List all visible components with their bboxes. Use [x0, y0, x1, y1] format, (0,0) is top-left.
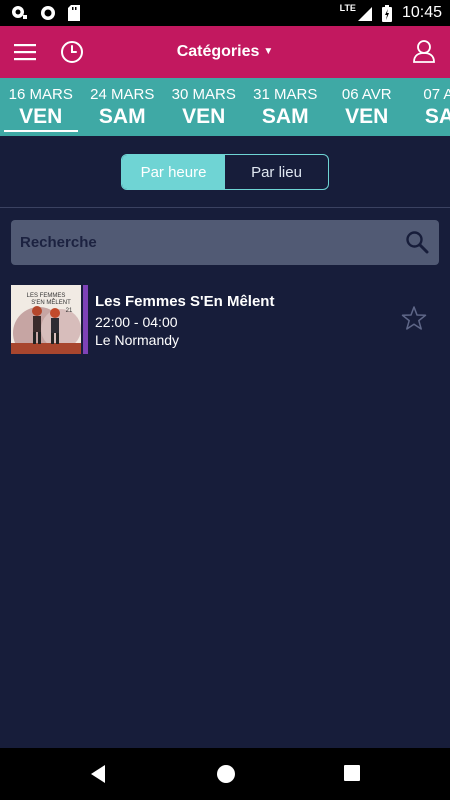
view-toggle: Par heure Par lieu — [121, 154, 329, 190]
signal-icon — [357, 7, 372, 21]
date-tab[interactable]: 06 AVR VEN — [326, 78, 408, 136]
status-bar: LTE 10:45 — [0, 0, 450, 26]
date-label: 31 MARS — [253, 86, 318, 103]
event-list-item[interactable]: LES FEMMES S'EN MÊLENT 21 Les Femmes S'E… — [11, 285, 439, 355]
toggle-par-lieu[interactable]: Par lieu — [225, 155, 328, 189]
date-label: 24 MARS — [90, 86, 155, 103]
app-bar: Catégories ▼ — [0, 26, 450, 78]
favorite-star-icon[interactable] — [401, 305, 427, 331]
search-input[interactable]: Recherche — [11, 220, 439, 265]
day-label: VEN — [182, 105, 226, 128]
event-accent-bar — [83, 285, 88, 354]
date-label: 07 AVR — [423, 86, 450, 103]
day-label: SAM — [261, 105, 309, 128]
recents-icon[interactable] — [343, 764, 361, 782]
status-left-icons — [10, 5, 80, 21]
date-label: 16 MARS — [8, 86, 73, 103]
search-icon[interactable] — [405, 230, 429, 254]
date-tab[interactable]: 16 MARS VEN — [0, 78, 82, 136]
event-title: Les Femmes S'En Mêlent — [95, 293, 275, 310]
back-icon[interactable] — [89, 764, 107, 784]
day-label: VEN — [345, 105, 389, 128]
search-placeholder: Recherche — [20, 234, 97, 251]
date-tab[interactable]: 31 MARS SAM — [245, 78, 327, 136]
page-title: Catégories — [176, 43, 260, 60]
day-label: VEN — [19, 105, 63, 128]
svg-text:S'EN MÊLENT: S'EN MÊLENT — [31, 298, 71, 306]
date-label: 06 AVR — [341, 86, 392, 103]
toggle-par-heure[interactable]: Par heure — [122, 155, 225, 189]
svg-text:21: 21 — [66, 308, 73, 314]
clock-time: 10:45 — [401, 4, 442, 21]
svg-text:LES FEMMES: LES FEMMES — [27, 293, 66, 299]
user-icon[interactable] — [412, 39, 436, 63]
date-tab[interactable]: 07 AVR SAM — [408, 78, 450, 136]
notification-icon — [12, 6, 27, 19]
event-time: 22:00 - 04:00 — [95, 314, 178, 330]
date-tab[interactable]: 24 MARS SAM — [82, 78, 164, 136]
sync-icon — [41, 6, 55, 20]
day-label: SAM — [424, 105, 450, 128]
battery-icon — [381, 4, 392, 22]
system-nav-bar — [0, 748, 450, 800]
day-label: SAM — [98, 105, 146, 128]
event-thumbnail: LES FEMMES S'EN MÊLENT 21 — [11, 285, 81, 354]
divider — [0, 207, 450, 208]
caret-down-icon: ▼ — [263, 46, 274, 57]
event-place: Le Normandy — [95, 332, 180, 348]
status-right: LTE 10:45 — [339, 3, 442, 22]
categories-dropdown[interactable]: Catégories ▼ — [0, 43, 450, 61]
network-label: LTE — [339, 3, 356, 13]
date-tab[interactable]: 30 MARS VEN — [163, 78, 245, 136]
sd-card-icon — [68, 5, 80, 21]
home-icon[interactable] — [216, 764, 236, 784]
date-label: 30 MARS — [171, 86, 236, 103]
event-poster-image: LES FEMMES S'EN MÊLENT 21 — [11, 285, 81, 354]
date-selector: 16 MARS VEN 24 MARS SAM 30 MARS VEN 31 MARS SAM… — [0, 78, 450, 136]
